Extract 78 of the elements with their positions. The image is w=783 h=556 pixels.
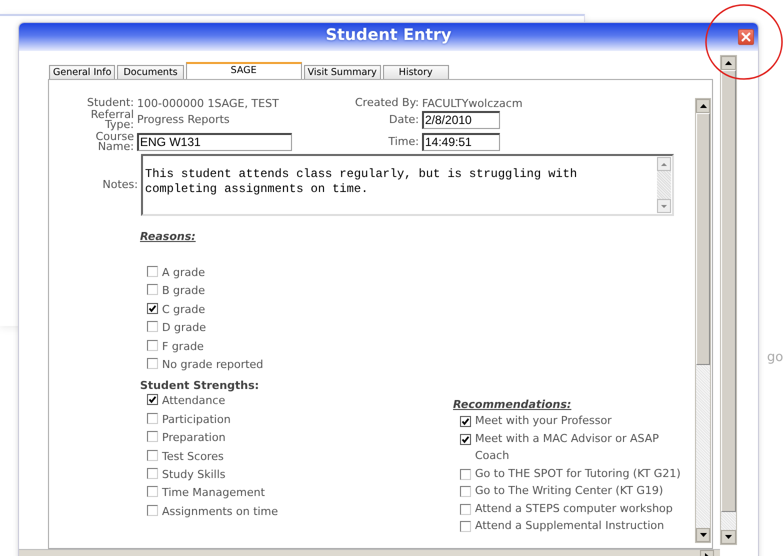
background-text: go xyxy=(767,350,783,365)
field-value: Progress Reports xyxy=(137,113,230,126)
checkbox-label: Go to THE SPOT for Tutoring (KT G21) xyxy=(475,466,681,482)
section-heading: Recommendations: xyxy=(453,398,572,411)
checkbox[interactable] xyxy=(460,416,471,427)
checkbox-label: Attend a Supplemental Instruction xyxy=(475,518,664,534)
up-arrow-icon xyxy=(725,61,732,65)
scroll-down-button[interactable] xyxy=(696,528,710,542)
down-arrow-icon xyxy=(661,204,667,208)
scroll-up-button[interactable] xyxy=(696,99,710,113)
checkbox-label: Attendance xyxy=(162,394,226,408)
up-arrow-icon xyxy=(700,104,706,108)
checkbox[interactable] xyxy=(147,394,158,406)
field-label: Course Name: xyxy=(94,132,135,152)
checkbox-label: Participation xyxy=(162,412,231,426)
checkbox[interactable] xyxy=(460,504,471,514)
checkbox[interactable] xyxy=(147,266,158,277)
checkbox[interactable] xyxy=(147,504,158,516)
field-label: Referral Type: xyxy=(90,110,135,130)
checkbox[interactable] xyxy=(147,340,158,351)
checkbox-label: C grade xyxy=(162,302,206,316)
up-arrow-icon xyxy=(661,162,667,166)
tab[interactable]: Documents xyxy=(117,65,184,79)
scroll-down-button[interactable] xyxy=(721,530,736,544)
checkbox-label: Go to The Writing Center (KT G19) xyxy=(475,483,664,499)
tab[interactable]: Visit Summary xyxy=(304,65,381,79)
checkbox-label: Time Management xyxy=(162,486,265,500)
close-button[interactable] xyxy=(738,29,754,45)
checkbox[interactable] xyxy=(147,321,158,332)
text-field[interactable]: 14:49:51 xyxy=(422,132,500,150)
field-value: 100-000000 1SAGE, TEST xyxy=(137,96,279,110)
checkbox-label: D grade xyxy=(162,321,206,334)
checkbox[interactable] xyxy=(147,412,158,424)
checkbox[interactable] xyxy=(147,450,158,461)
window-title: Student Entry xyxy=(326,25,452,44)
text-field[interactable]: ENG W131 xyxy=(137,132,292,150)
checkbox[interactable] xyxy=(147,284,158,296)
checkbox[interactable] xyxy=(460,486,471,497)
notes-field[interactable]: This student attends class regularly, but is struggling with completing assignments on time. xyxy=(141,154,674,216)
checkbox-label: Preparation xyxy=(162,431,226,444)
field-label: Created By: xyxy=(354,97,420,109)
down-arrow-icon xyxy=(700,533,706,537)
section-heading: Reasons: xyxy=(140,230,197,243)
field-label: Date: xyxy=(388,114,420,124)
checkbox[interactable] xyxy=(147,431,158,442)
scroll-thumb[interactable] xyxy=(721,70,736,512)
checkbox-label: F grade xyxy=(162,340,204,353)
checkbox[interactable] xyxy=(460,521,471,532)
scrollbar[interactable] xyxy=(695,98,711,543)
checkbox-label: Attend a STEPS computer workshop xyxy=(475,500,673,516)
scrollbar[interactable] xyxy=(720,55,737,545)
checkbox-label: Meet with your Professor xyxy=(475,413,612,429)
tab[interactable]: General Info xyxy=(49,65,116,79)
checkbox-label: B grade xyxy=(162,284,206,298)
scroll-up-button[interactable] xyxy=(721,56,736,70)
down-arrow-icon xyxy=(725,535,732,539)
field-label: Time: xyxy=(387,136,420,146)
field-label: Notes: xyxy=(102,180,139,190)
scroll-thumb[interactable] xyxy=(696,113,710,365)
checkbox[interactable] xyxy=(147,302,158,314)
checkbox-label: Meet with a MAC Advisor or ASAP Coach xyxy=(475,430,660,464)
checkbox-label: A grade xyxy=(162,266,206,279)
tab[interactable]: SAGE xyxy=(186,62,302,79)
text-field[interactable]: 2/8/2010 xyxy=(422,110,500,128)
close-icon xyxy=(741,32,751,42)
checkbox[interactable] xyxy=(147,358,158,370)
checkbox[interactable] xyxy=(147,486,158,498)
checkbox-label: No grade reported xyxy=(162,358,264,372)
checkbox-label: Assignments on time xyxy=(162,504,278,518)
checkbox[interactable] xyxy=(460,468,471,480)
section-heading: Student Strengths: xyxy=(140,379,260,392)
checkbox[interactable] xyxy=(147,468,158,480)
tab[interactable]: History xyxy=(382,65,449,79)
checkbox-label: Test Scores xyxy=(162,450,224,463)
field-value: FACULTYwolczacm xyxy=(422,96,523,110)
checkbox-label: Study Skills xyxy=(162,468,226,482)
field-label: Student: xyxy=(86,98,135,108)
checkbox[interactable] xyxy=(460,434,471,444)
